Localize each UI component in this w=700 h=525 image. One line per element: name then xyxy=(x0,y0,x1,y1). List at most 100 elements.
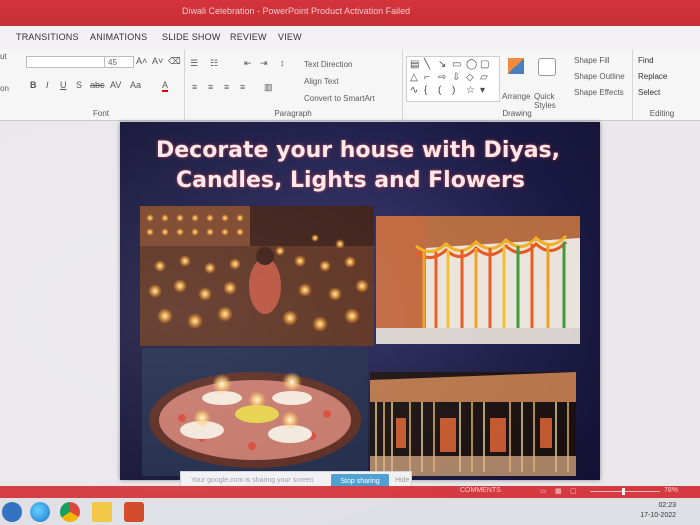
char-spacing-button[interactable]: AV xyxy=(110,80,121,90)
indent-icon[interactable]: ⇤ xyxy=(244,58,252,69)
clock-time: 02:23 xyxy=(658,502,676,509)
quick-styles-button[interactable]: Quick Styles xyxy=(534,92,562,110)
find-button[interactable]: Find xyxy=(638,56,654,65)
flowchart-shape-icon[interactable]: ◇ xyxy=(466,72,474,83)
house-lights-photo[interactable] xyxy=(370,372,576,476)
align-center-icon[interactable]: ≡ xyxy=(208,82,213,92)
slide-title-line-1: Decorate your house with Diyas, xyxy=(155,138,560,163)
house-lights-image xyxy=(370,372,576,476)
window-title: Diwali Celebration - PowerPoint Product … xyxy=(182,6,411,16)
clear-format-icon[interactable]: ⌫ xyxy=(168,56,181,67)
down-arrow-shape-icon[interactable]: ⇩ xyxy=(452,72,460,83)
normal-view-icon[interactable]: ▭ xyxy=(540,487,547,495)
change-case-button[interactable]: Aa xyxy=(130,80,141,90)
align-text-button[interactable]: Align Text xyxy=(304,77,339,86)
convert-smartart-button[interactable]: Convert to SmartArt xyxy=(304,94,375,103)
flower-decoration-photo[interactable] xyxy=(376,216,580,344)
brace-shape-icon[interactable]: { xyxy=(424,85,427,96)
bold-button[interactable]: B xyxy=(30,80,37,90)
rectangle-shape-icon[interactable]: ▭ xyxy=(452,59,461,70)
ribbon: ut on 45 A˄ A˅ ⌫ B I U S abc AV Aa A Fon… xyxy=(0,50,700,121)
font-color-button[interactable]: A xyxy=(162,80,169,92)
strikethrough-button[interactable]: abc xyxy=(90,80,105,90)
shapes-gallery[interactable]: ▤ ╲ ↘ ▭ ◯ ▢ △ ⌐ ⇨ ⇩ ◇ ▱ ∿ { ( ) ☆ ▾ xyxy=(406,56,500,102)
bullets-icon[interactable]: ☰ xyxy=(190,58,198,69)
tab-slide-show[interactable]: SLIDE SHOW xyxy=(162,32,221,42)
hide-share-button[interactable]: Hide xyxy=(395,477,409,484)
justify-icon[interactable]: ≡ xyxy=(240,82,245,92)
drawing-group-label: Drawing xyxy=(502,109,532,118)
select-button[interactable]: Select xyxy=(638,88,660,97)
replace-button[interactable]: Replace xyxy=(638,72,667,81)
tab-review[interactable]: REVIEW xyxy=(230,32,267,42)
columns-icon[interactable]: ▥ xyxy=(264,82,273,93)
flower-decoration-image xyxy=(376,216,580,344)
arrange-icon[interactable] xyxy=(508,58,524,74)
font-name-input[interactable] xyxy=(26,56,108,68)
bracket-close-shape-icon[interactable]: ) xyxy=(452,85,455,96)
outdent-icon[interactable]: ⇥ xyxy=(260,58,268,69)
zoom-slider-thumb[interactable] xyxy=(622,488,625,495)
status-bar: COMMENTS ▭ ▦ ▢ 78% xyxy=(0,486,700,498)
floating-candles-image xyxy=(142,348,368,476)
floating-candles-photo[interactable] xyxy=(142,348,368,476)
tab-animations[interactable]: ANIMATIONS xyxy=(90,32,147,42)
edge-browser-icon[interactable] xyxy=(30,502,50,522)
arrange-button[interactable]: Arrange xyxy=(502,92,530,101)
oval-shape-icon[interactable]: ◯ xyxy=(466,59,477,70)
diyas-floor-photo[interactable] xyxy=(140,206,374,346)
paragraph-group: ☰ ☷ ⇤ ⇥ ↕ ≡ ≡ ≡ ≡ ▥ Text Direction Align… xyxy=(184,50,403,120)
clipboard-cut-label[interactable]: ut xyxy=(0,52,7,61)
textbox-shape-icon[interactable]: ▤ xyxy=(410,59,419,70)
rounded-rect-shape-icon[interactable]: ▢ xyxy=(480,59,489,70)
slide-canvas[interactable]: Decorate your house with Diyas, Candles,… xyxy=(120,122,600,480)
numbering-icon[interactable]: ☷ xyxy=(210,58,218,69)
italic-button[interactable]: I xyxy=(46,80,49,90)
line-spacing-icon[interactable]: ↕ xyxy=(280,58,285,68)
tab-view[interactable]: VIEW xyxy=(278,32,302,42)
clipboard-more-label[interactable]: on xyxy=(0,84,9,93)
screen: Diwali Celebration - PowerPoint Product … xyxy=(0,0,700,525)
text-direction-button[interactable]: Text Direction xyxy=(304,60,352,69)
windows-start-icon[interactable] xyxy=(2,502,22,522)
editing-group-label: Editing xyxy=(649,109,675,118)
clock-date: 17-10-2022 xyxy=(640,512,676,519)
bracket-shape-icon[interactable]: ( xyxy=(438,85,441,96)
grow-font-button[interactable]: A˄ xyxy=(136,56,147,66)
arrow-shape-icon[interactable]: ↘ xyxy=(438,59,446,70)
shape-effects-button[interactable]: Shape Effects xyxy=(574,88,624,97)
zoom-slider[interactable] xyxy=(590,491,660,492)
align-left-icon[interactable]: ≡ xyxy=(192,82,197,92)
powerpoint-icon[interactable] xyxy=(124,502,144,522)
connector-shape-icon[interactable]: ⌐ xyxy=(424,72,430,83)
underline-button[interactable]: U xyxy=(60,80,67,90)
more-shapes-icon[interactable]: ▾ xyxy=(480,85,485,96)
file-explorer-icon[interactable] xyxy=(92,502,112,522)
shape-outline-button[interactable]: Shape Outline xyxy=(574,72,625,81)
diyas-floor-image xyxy=(140,206,374,346)
callout-shape-icon[interactable]: ▱ xyxy=(480,72,488,83)
zoom-level[interactable]: 78% xyxy=(664,487,678,494)
comments-button[interactable]: COMMENTS xyxy=(460,487,501,494)
slide-sorter-icon[interactable]: ▦ xyxy=(555,487,562,495)
align-right-icon[interactable]: ≡ xyxy=(224,82,229,92)
taskbar: 02:23 17-10-2022 xyxy=(0,498,700,525)
shape-fill-button[interactable]: Shape Fill xyxy=(574,56,610,65)
slide-title-line-2: Candles, Lights and Flowers xyxy=(176,168,526,193)
tab-transitions[interactable]: TRANSITIONS xyxy=(16,32,79,42)
clock[interactable]: 02:23 17-10-2022 xyxy=(640,501,676,521)
quick-styles-icon[interactable] xyxy=(538,58,556,76)
chrome-browser-icon[interactable] xyxy=(60,502,80,522)
curve-shape-icon[interactable]: ∿ xyxy=(410,85,418,96)
triangle-shape-icon[interactable]: △ xyxy=(410,72,418,83)
slide-title[interactable]: Decorate your house with Diyas, Candles,… xyxy=(138,136,578,196)
font-size-input[interactable]: 45 xyxy=(104,56,134,68)
right-arrow-shape-icon[interactable]: ⇨ xyxy=(438,72,446,83)
shadow-button[interactable]: S xyxy=(76,80,82,90)
line-shape-icon[interactable]: ╲ xyxy=(424,59,430,70)
font-group: 45 A˄ A˅ ⌫ B I U S abc AV Aa A Font xyxy=(18,50,185,120)
shrink-font-button[interactable]: A˅ xyxy=(152,56,163,66)
reading-view-icon[interactable]: ▢ xyxy=(570,487,577,495)
ribbon-tabs: TRANSITIONS ANIMATIONS SLIDE SHOW REVIEW… xyxy=(0,26,700,70)
star-shape-icon[interactable]: ☆ xyxy=(466,85,475,96)
